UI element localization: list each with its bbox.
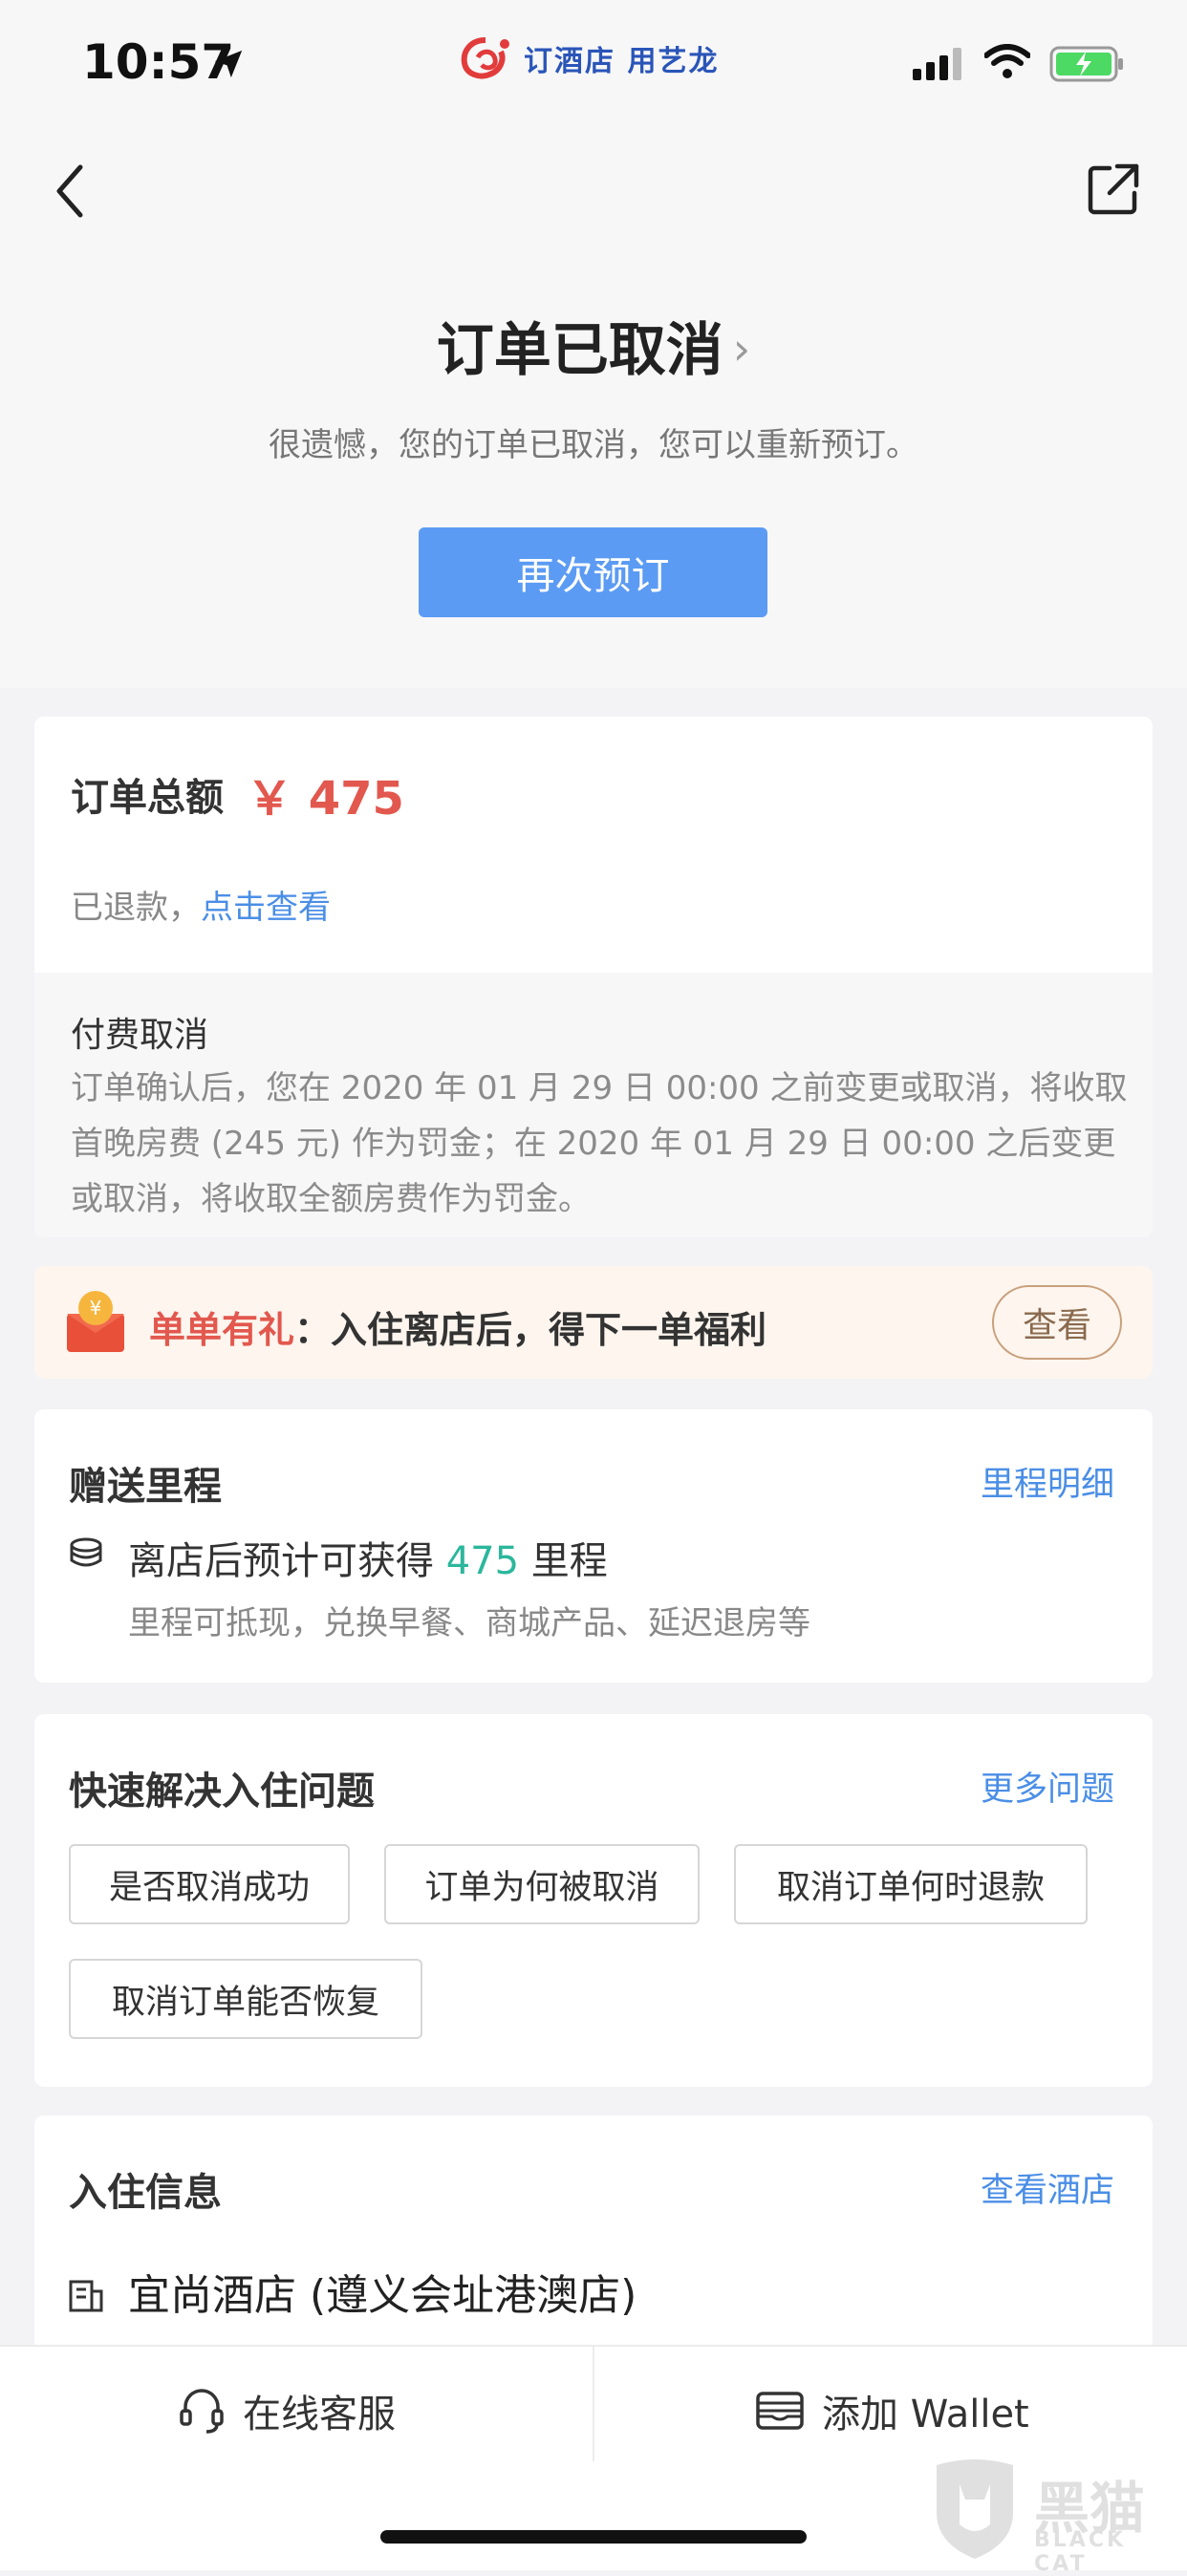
- faq-chip-why-cancelled[interactable]: 订单为何被取消: [384, 1844, 700, 1924]
- mileage-detail-link[interactable]: 里程明细: [981, 1457, 1114, 1506]
- faq-chip-cancel-success[interactable]: 是否取消成功: [69, 1844, 350, 1924]
- blackcat-watermark: 黑猫 BLACK CAT: [927, 2456, 1177, 2576]
- gift-banner[interactable]: ¥ 单单有礼：入住离店后，得下一单福利 查看: [34, 1266, 1153, 1379]
- total-label: 订单总额: [71, 776, 224, 820]
- refund-detail-link[interactable]: 点击查看: [201, 889, 331, 927]
- earn-amount: 475: [445, 1539, 520, 1583]
- faq-card: 快速解决入住问题 更多问题 是否取消成功 订单为何被取消 取消订单何时退款 取消…: [34, 1714, 1153, 2087]
- refund-status: 已退款，点击查看: [71, 881, 331, 928]
- faq-chip-restore-order[interactable]: 取消订单能否恢复: [69, 1959, 422, 2039]
- mileage-card: 赠送里程 里程明细 离店后预计可获得 475 里程 里程可抵现，兑换早餐、商城产…: [34, 1409, 1153, 1683]
- gift-description: ：入住离店后，得下一单福利: [294, 1309, 767, 1351]
- mileage-title: 赠送里程: [69, 1465, 222, 1509]
- mileage-earn: 离店后预计可获得 475 里程: [128, 1530, 608, 1585]
- gift-view-button[interactable]: 查看: [992, 1285, 1122, 1360]
- battery-charging-icon: [1049, 46, 1123, 82]
- wifi-icon: [984, 44, 1030, 78]
- faq-title: 快速解决入住问题: [69, 1770, 375, 1814]
- order-status-title[interactable]: 订单已取消 ›: [0, 304, 1187, 387]
- chevron-right-icon: ›: [732, 323, 751, 375]
- policy-title: 付费取消: [71, 1016, 209, 1055]
- refund-text: 已退款，: [71, 889, 201, 927]
- cancel-policy: 付费取消 订单确认后，您在 2020 年 01 月 29 日 00:00 之前变…: [34, 973, 1153, 1237]
- building-icon: [69, 2280, 103, 2312]
- gift-text: 单单有礼：入住离店后，得下一单福利: [149, 1300, 766, 1353]
- back-arrow-icon[interactable]: [48, 158, 96, 225]
- gift-highlight: 单单有礼: [149, 1309, 295, 1351]
- faq-more-link[interactable]: 更多问题: [981, 1762, 1114, 1811]
- bottom-divider: [593, 2347, 594, 2461]
- earn-suffix: 里程: [519, 1539, 608, 1583]
- red-envelope-icon: ¥: [67, 1291, 124, 1352]
- coin-stack-icon: [70, 1537, 102, 1567]
- home-indicator: [380, 2530, 807, 2544]
- status-bar: 10:57 订酒店 用艺龙: [0, 0, 1187, 124]
- total-amount: ￥ 475: [247, 772, 404, 826]
- headset-icon: [180, 2389, 224, 2434]
- header-area: 10:57 订酒店 用艺龙 订单已取消 › 很遗憾，您的订单已取消，您可以重新预…: [0, 0, 1187, 688]
- earn-prefix: 离店后预计可获得: [128, 1539, 446, 1583]
- order-summary-card: 订单总额 ￥ 475 已退款，点击查看 付费取消 订单确认后，您在 2020 年…: [34, 717, 1153, 1237]
- brand-slogan: 订酒店 用艺龙: [524, 45, 720, 78]
- rebook-button[interactable]: 再次预订: [419, 527, 767, 617]
- watermark-en: BLACK CAT: [1034, 2528, 1127, 2576]
- elong-logo-icon: [461, 37, 509, 79]
- add-wallet-label: 添加 Wallet: [822, 2393, 1029, 2436]
- cat-shield-icon: [937, 2459, 1013, 2559]
- share-icon[interactable]: [1085, 161, 1142, 218]
- wallet-icon: [756, 2392, 804, 2430]
- cellular-signal-icon: [913, 48, 961, 80]
- checkin-title: 入住信息: [69, 2171, 222, 2215]
- hotel-name[interactable]: 宜尚酒店 (遵义会址港澳店): [128, 2261, 637, 2322]
- policy-text: 订单确认后，您在 2020 年 01 月 29 日 00:00 之前变更或取消，…: [71, 1069, 1128, 1218]
- view-hotel-link[interactable]: 查看酒店: [981, 2163, 1114, 2212]
- faq-chip-refund-time[interactable]: 取消订单何时退款: [734, 1844, 1088, 1924]
- order-status-text: 订单已取消: [436, 317, 723, 384]
- mileage-note: 里程可抵现，兑换早餐、商城产品、延迟退房等: [128, 1604, 810, 1642]
- online-service-label: 在线客服: [243, 2393, 396, 2436]
- order-status-subtitle: 很遗憾，您的订单已取消，您可以重新预订。: [269, 426, 918, 464]
- online-service-button[interactable]: 在线客服: [178, 2383, 396, 2438]
- svg-text:¥: ¥: [90, 1297, 102, 1320]
- add-wallet-button[interactable]: 添加 Wallet: [755, 2383, 1029, 2438]
- location-arrow-icon: [214, 50, 243, 78]
- brand-logo: 订酒店 用艺龙: [459, 34, 719, 82]
